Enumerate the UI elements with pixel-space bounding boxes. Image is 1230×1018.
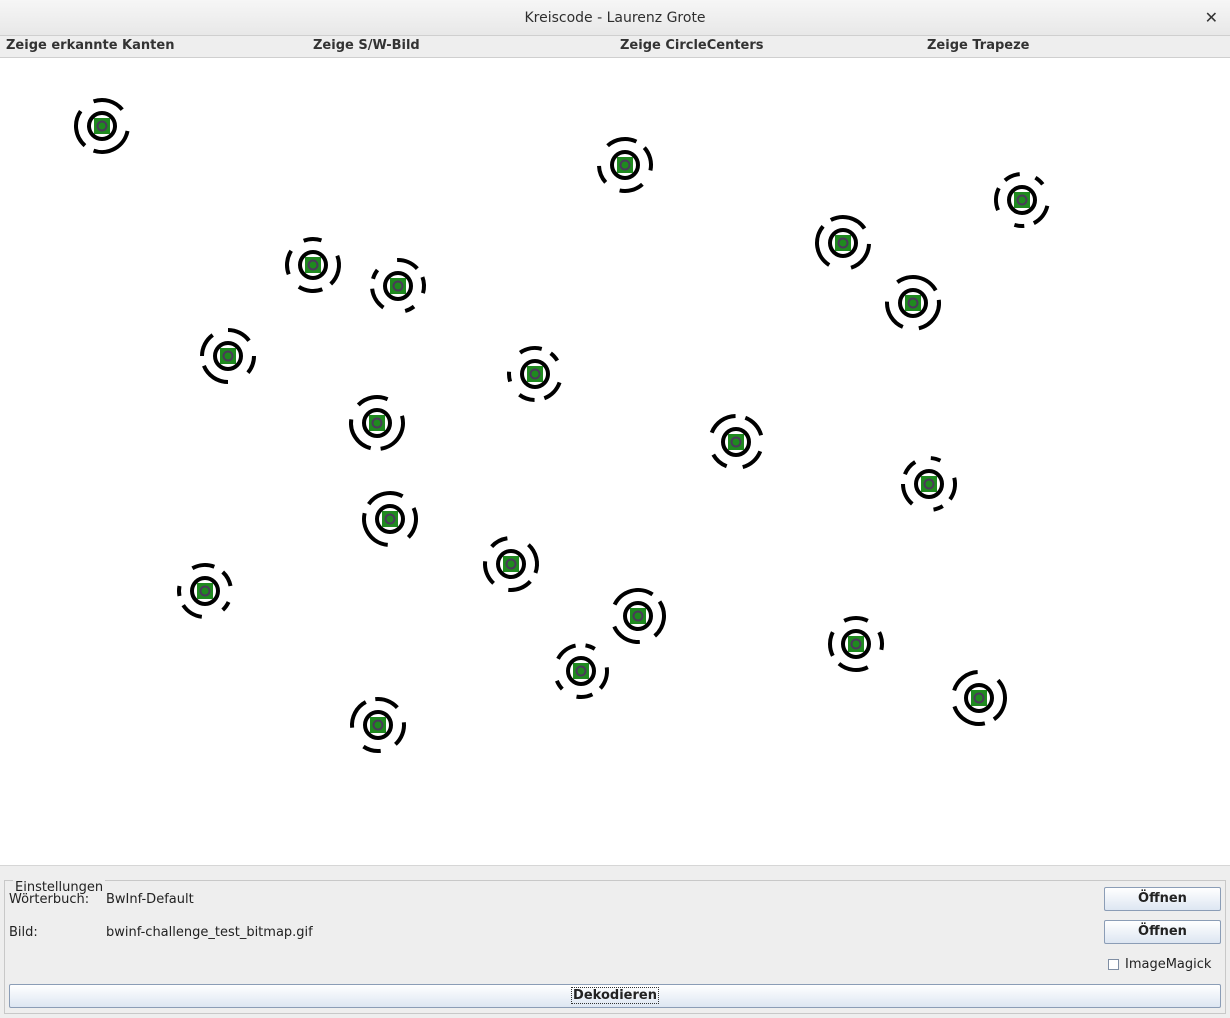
circle-code-marker [483, 536, 539, 592]
circle-code-marker [612, 588, 666, 644]
menu-show-trapezoids[interactable]: Zeige Trapeze [927, 38, 1029, 53]
circle-code-marker [350, 697, 406, 753]
circle-code-marker [555, 643, 609, 699]
circle-code-marker [74, 98, 130, 154]
close-icon[interactable]: ✕ [1205, 8, 1218, 27]
dictionary-value: BwInf-Default [106, 892, 194, 907]
circle-code-marker [597, 137, 653, 193]
circle-code-marker [349, 395, 405, 451]
circle-code-marker [994, 172, 1050, 228]
circle-code-marker [901, 456, 957, 512]
imagemagick-checkbox[interactable] [1108, 959, 1119, 970]
marker-layer [74, 98, 1050, 753]
decode-button[interactable]: Dekodieren [9, 984, 1221, 1008]
open-dictionary-button[interactable]: Öffnen [1104, 887, 1221, 911]
image-value: bwinf-challenge_test_bitmap.gif [106, 925, 313, 940]
decode-button-label: Dekodieren [571, 987, 659, 1004]
image-canvas[interactable] [0, 58, 1230, 864]
menu-bar: Zeige erkannte Kanten Zeige S/W-Bild Zei… [0, 36, 1230, 58]
open-image-button[interactable]: Öffnen [1104, 920, 1221, 944]
circle-code-marker [709, 414, 764, 470]
title-bar: Kreiscode - Laurenz Grote ✕ [0, 0, 1230, 36]
circle-code-marker [828, 616, 884, 672]
menu-show-bw-image[interactable]: Zeige S/W-Bild [313, 38, 420, 53]
dictionary-label: Wörterbuch: [9, 892, 90, 907]
menu-show-edges[interactable]: Zeige erkannte Kanten [6, 38, 174, 53]
circle-code-marker [507, 346, 562, 402]
image-label: Bild: [9, 925, 38, 940]
circle-code-marker [885, 275, 941, 331]
circle-code-marker [952, 670, 1007, 726]
circle-code-marker [200, 328, 256, 384]
circle-code-marker [370, 258, 426, 313]
settings-panel: Einstellungen Wörterbuch: BwInf-Default … [0, 865, 1230, 1018]
menu-show-circle-centers[interactable]: Zeige CircleCenters [620, 38, 764, 53]
imagemagick-label[interactable]: ImageMagick [1125, 957, 1211, 972]
circle-code-marker [177, 563, 233, 619]
circle-code-marker [815, 215, 871, 270]
circle-code-marker [362, 491, 418, 547]
window-title: Kreiscode - Laurenz Grote [524, 9, 706, 26]
circle-code-marker [285, 237, 341, 293]
